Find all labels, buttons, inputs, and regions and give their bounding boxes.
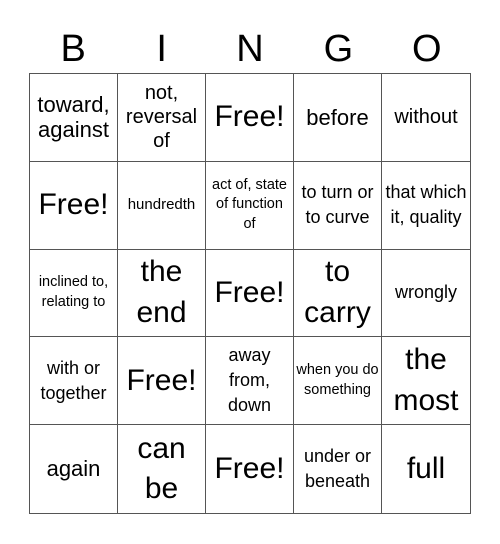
cell-text: with or together xyxy=(40,357,107,403)
bingo-cell[interactable]: the end xyxy=(118,249,206,338)
bingo-cell[interactable]: when you do something xyxy=(294,337,382,426)
free-space-cell[interactable]: Free! xyxy=(206,249,294,338)
cell-text: the most xyxy=(393,343,459,417)
bingo-grid: toward, against not, reversal of Free! befo… xyxy=(29,73,471,514)
bingo-cell[interactable]: to turn or to curve xyxy=(294,161,382,250)
bingo-cell[interactable]: inclined to, relating to xyxy=(30,249,118,338)
cell-text: not, reversal of xyxy=(125,82,198,153)
bingo-cell[interactable]: under or beneath xyxy=(294,425,382,513)
cell-text: toward, against xyxy=(37,92,110,143)
cell-text: without xyxy=(394,106,458,129)
cell-text: act of, state of function of xyxy=(212,176,287,232)
cell-text: the end xyxy=(136,255,187,329)
cell-text: full xyxy=(406,451,446,485)
cell-text: Free! xyxy=(214,451,285,485)
header-letter-i: I xyxy=(156,28,167,70)
cell-text: Free! xyxy=(38,187,109,221)
cell-text: Free! xyxy=(126,363,197,397)
bingo-cell[interactable]: wrongly xyxy=(382,250,470,338)
cell-text: to turn or to curve xyxy=(301,182,374,228)
cell-text: to carry xyxy=(304,255,371,329)
bingo-cell[interactable]: full xyxy=(382,425,470,513)
cell-text: away from, down xyxy=(227,345,272,416)
cell-text: that which it, quality xyxy=(385,182,467,228)
cell-text: when you do something xyxy=(296,362,379,398)
cell-text: Free! xyxy=(214,275,285,309)
bingo-cell[interactable]: again xyxy=(30,425,118,513)
header-letter-n: N xyxy=(236,28,264,70)
header-letter-g: G xyxy=(323,28,354,70)
cell-text: hundredth xyxy=(127,196,196,214)
bingo-cell[interactable]: hundredth xyxy=(118,161,206,250)
free-space-cell[interactable]: Free! xyxy=(30,161,118,250)
cell-text: again xyxy=(46,456,101,482)
cell-text: before xyxy=(306,104,369,130)
free-space-cell[interactable]: Free! xyxy=(206,74,294,162)
bingo-cell[interactable]: that which it, quality xyxy=(382,162,470,250)
bingo-cell[interactable]: not, reversal of xyxy=(118,74,206,162)
cell-text: can be xyxy=(137,431,186,506)
bingo-cell[interactable]: toward, against xyxy=(30,74,118,162)
bingo-cell[interactable]: away from, down xyxy=(206,337,294,426)
bingo-header: B I N G O xyxy=(29,24,471,74)
header-letter-b: B xyxy=(60,28,86,70)
bingo-cell[interactable]: can be xyxy=(118,425,206,513)
bingo-cell[interactable]: to carry xyxy=(294,249,382,338)
bingo-cell[interactable]: act of, state of function of xyxy=(206,161,294,250)
free-space-cell[interactable]: Free! xyxy=(206,425,294,513)
free-space-cell[interactable]: Free! xyxy=(118,337,206,426)
bingo-cell[interactable]: without xyxy=(382,74,470,162)
cell-text: wrongly xyxy=(394,282,458,303)
cell-text: inclined to, relating to xyxy=(38,274,109,310)
cell-text: Free! xyxy=(214,100,285,134)
bingo-cell[interactable]: before xyxy=(294,74,382,162)
bingo-cell[interactable]: the most xyxy=(382,337,470,426)
cell-text: under or beneath xyxy=(303,445,372,492)
header-letter-o: O xyxy=(412,28,442,70)
bingo-cell[interactable]: with or together xyxy=(30,337,118,426)
